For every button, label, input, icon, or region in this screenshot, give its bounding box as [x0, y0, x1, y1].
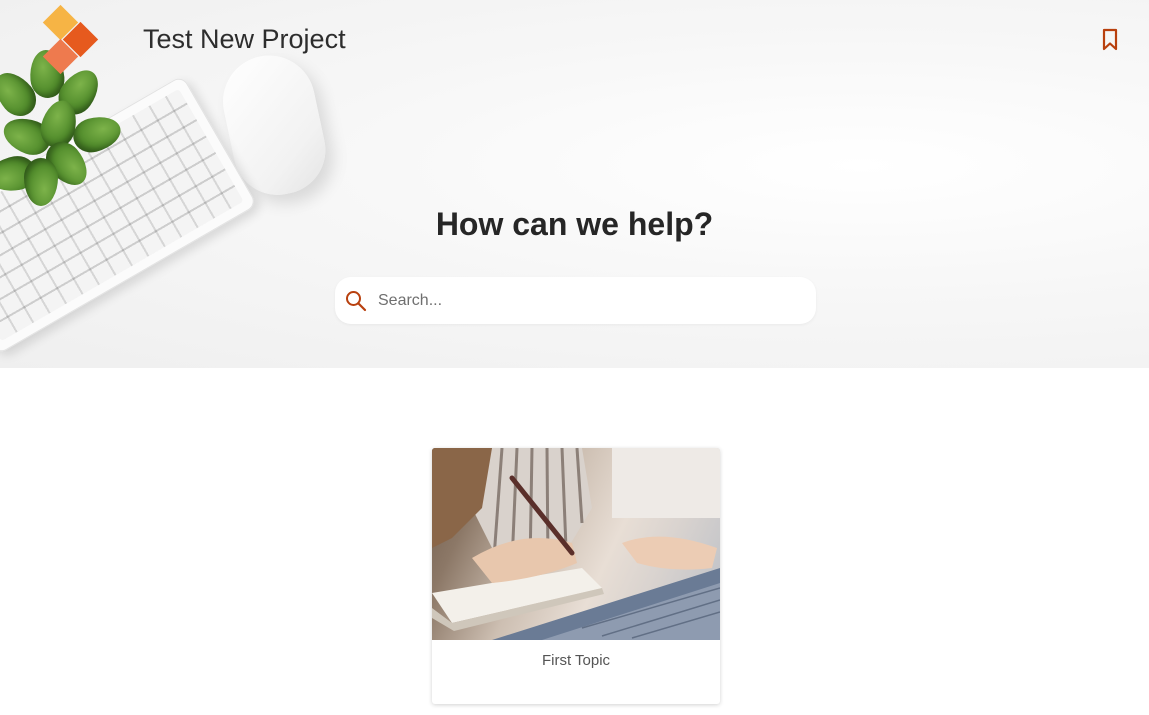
topic-image [432, 448, 720, 640]
search-icon [346, 290, 367, 311]
topic-title: First Topic [541, 652, 611, 669]
project-logo-icon[interactable] [38, 4, 104, 75]
bookmark-icon [1102, 28, 1118, 51]
search-bar[interactable] [335, 277, 816, 324]
bookmark-button[interactable] [1096, 26, 1124, 54]
hero-heading: How can we help? [435, 206, 714, 242]
site-title[interactable]: Test New Project [143, 24, 346, 55]
topic-card-first[interactable]: First Topic [432, 448, 720, 704]
hero-banner: Test New Project How can we help? [0, 0, 1149, 368]
search-input[interactable] [378, 277, 816, 324]
